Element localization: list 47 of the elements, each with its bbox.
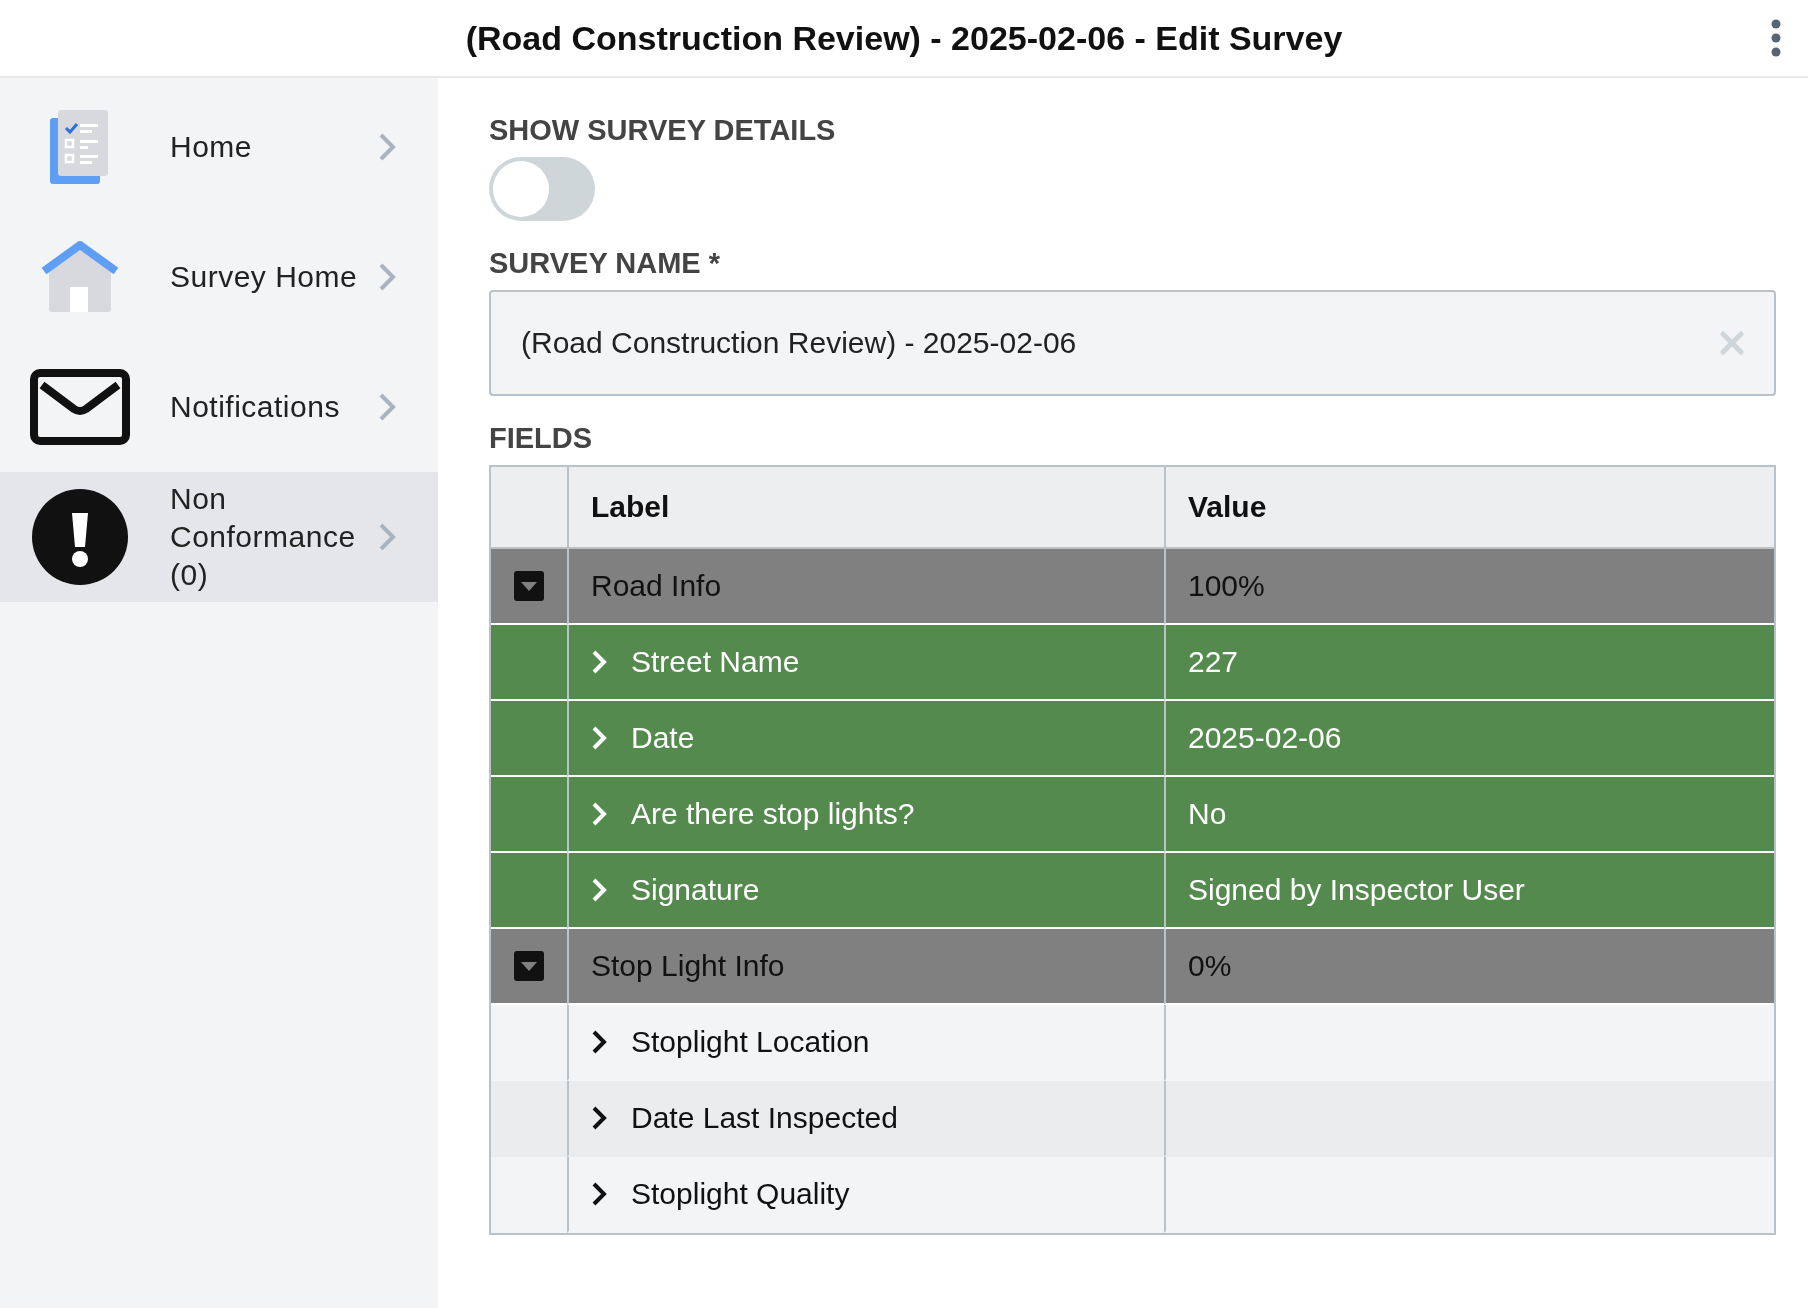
caret-down-icon: [521, 581, 537, 591]
alert-icon: [32, 489, 128, 585]
survey-name-field[interactable]: (Road Construction Review) - 2025-02-06: [489, 290, 1776, 396]
chevron-right-icon: [378, 262, 396, 292]
column-header: Value: [1164, 467, 1774, 549]
nav-item[interactable]: Home: [0, 82, 438, 212]
table-cell: 0%: [1164, 929, 1774, 1005]
chevron-right-icon: [378, 132, 396, 162]
chevron-right-icon: [378, 392, 396, 422]
field-label: SURVEY NAME *: [489, 247, 721, 280]
field-label: Are there stop lights?: [631, 797, 915, 831]
chevron-right-icon: [378, 522, 396, 552]
chevron-right-icon: [591, 801, 607, 827]
nav-item[interactable]: Survey Home: [0, 212, 438, 342]
field-label: Street Name: [631, 645, 800, 679]
field-label: Date Last Inspected: [631, 1101, 898, 1135]
expand-toggle[interactable]: [514, 951, 544, 981]
field-label: Signature: [631, 873, 760, 907]
chevron-right-icon: [591, 1105, 607, 1131]
chevron-right-icon: [591, 649, 607, 675]
nav-item[interactable]: Notifications: [0, 342, 438, 472]
table-cell: Signed by Inspector User: [1164, 853, 1774, 929]
table-cell: No: [1164, 777, 1774, 853]
field-label: Stoplight Quality: [631, 1177, 850, 1211]
chevron-right-icon: [591, 1181, 607, 1207]
field-label: Stoplight Location: [631, 1025, 870, 1059]
chevron-right-icon: [591, 1029, 607, 1055]
more-icon: [1771, 19, 1781, 57]
nav-item[interactable]: Non Conformance (0): [0, 472, 438, 602]
table-cell: 2025-02-06: [1164, 701, 1774, 777]
table-cell: 100%: [1164, 549, 1774, 625]
field-label: Date: [631, 721, 695, 755]
chevron-right-icon: [591, 877, 607, 903]
house-icon: [41, 241, 119, 313]
table-cell: 227: [1164, 625, 1774, 701]
chevron-right-icon: [591, 725, 607, 751]
checklist-icon: [50, 110, 110, 184]
caret-down-icon: [521, 961, 537, 971]
section-label: FIELDS: [489, 422, 594, 455]
column-header: Label: [567, 467, 1164, 549]
section-label: SHOW SURVEY DETAILS: [489, 114, 837, 147]
table-cell: Stop Light Info: [567, 929, 1164, 1005]
close-icon: [1720, 331, 1744, 355]
expand-toggle[interactable]: [514, 571, 544, 601]
table-cell: Road Info: [567, 549, 1164, 625]
window-title: (Road Construction Review) - 2025-02-06 - Edit Survey: [465, 18, 1343, 58]
envelope-icon: [30, 369, 130, 445]
